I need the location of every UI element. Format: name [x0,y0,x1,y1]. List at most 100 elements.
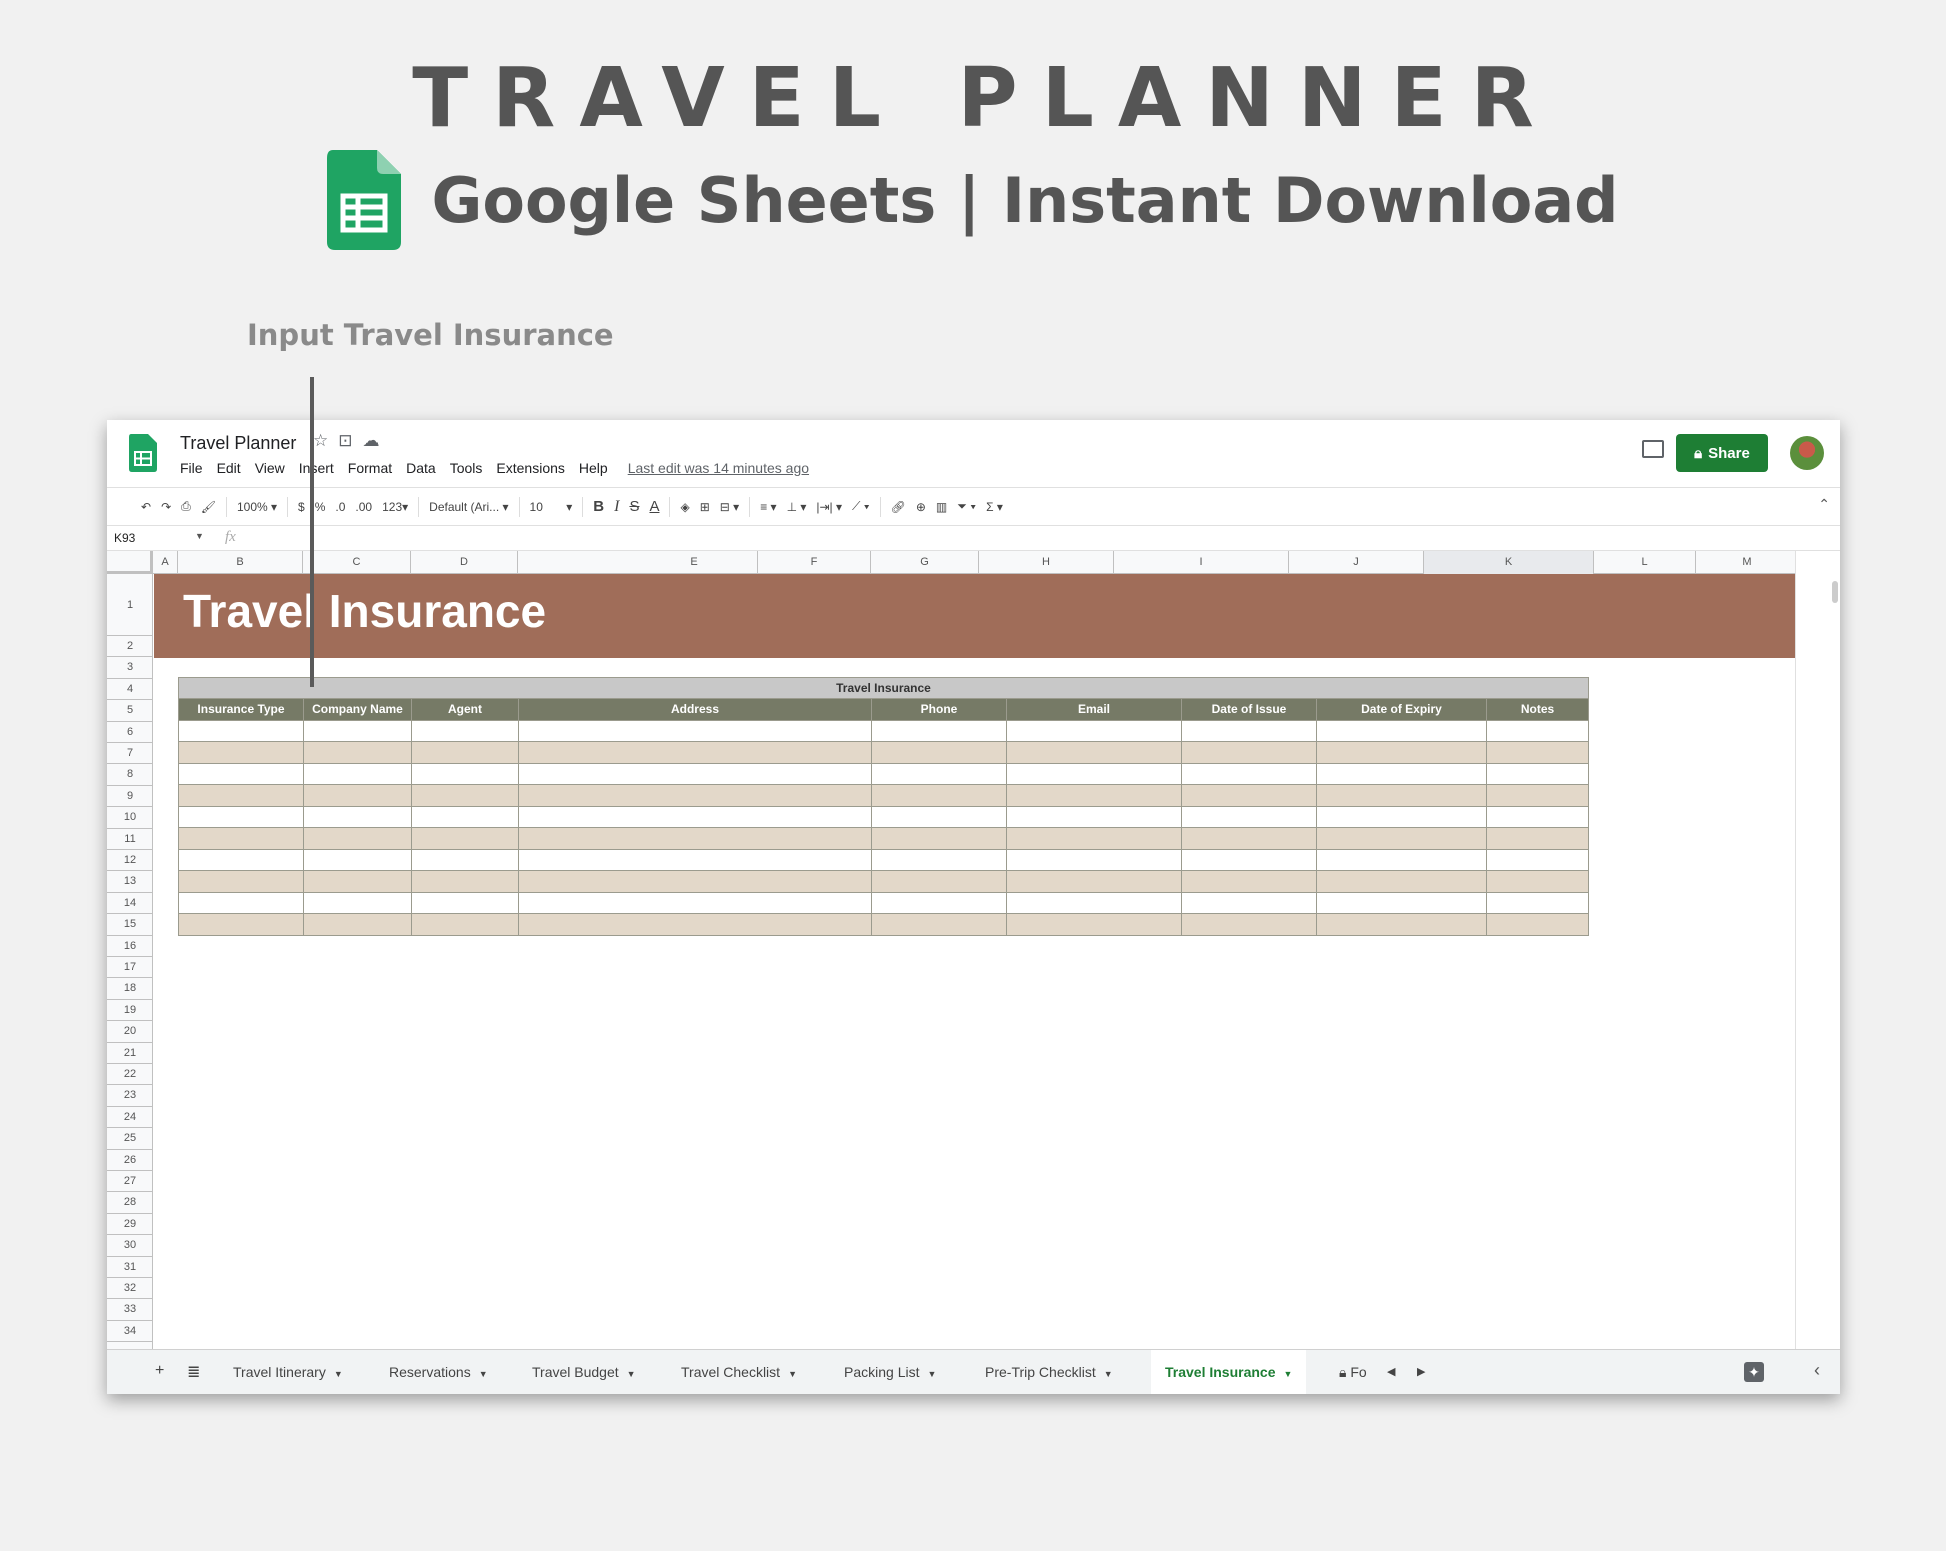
row-header[interactable]: 29 [107,1214,153,1236]
table-cell[interactable] [871,762,1007,785]
table-cell[interactable] [178,805,304,828]
row-header[interactable]: 28 [107,1192,153,1214]
merge-cells-icon[interactable]: ⊟ ▾ [720,500,739,514]
table-cell[interactable] [1181,891,1317,914]
vertical-align-icon[interactable]: ⊥ ▾ [787,500,807,514]
table-cell[interactable] [1486,827,1589,850]
column-header[interactable]: C [303,551,411,574]
row-header[interactable]: 6 [107,722,153,743]
last-edit-link[interactable]: Last edit was 14 minutes ago [628,460,809,476]
decrease-decimal-button[interactable]: .0 [335,500,345,514]
table-cell[interactable] [1316,891,1487,914]
table-cell[interactable] [871,805,1007,828]
table-cell[interactable] [1181,719,1317,742]
scrollbar-thumb[interactable] [1832,581,1838,603]
table-cell[interactable] [1316,762,1487,785]
table-cell[interactable] [1006,848,1182,871]
table-cell[interactable] [178,870,304,893]
text-color-button[interactable]: A [649,498,659,515]
tab-locked-sheet[interactable]: 🔒︎ Fo [1325,1350,1373,1394]
table-cell[interactable] [1181,784,1317,807]
row-header[interactable]: 13 [107,871,153,893]
column-header-selected[interactable]: K [1424,551,1594,574]
header-date-of-issue[interactable]: Date of Issue [1181,698,1317,721]
row-header[interactable]: 27 [107,1171,153,1193]
table-cell[interactable] [871,827,1007,850]
tab-travel-itinerary[interactable]: Travel Itinerary ▼ [219,1350,357,1394]
insert-chart-icon[interactable]: ▥ [936,500,947,514]
menu-edit[interactable]: Edit [217,460,241,476]
table-cell[interactable] [411,870,519,893]
name-box[interactable]: K93 [114,531,204,545]
table-cell[interactable] [1486,913,1589,936]
fill-color-icon[interactable]: ◈ [680,500,689,514]
table-cell[interactable] [303,848,412,871]
row-header[interactable]: 31 [107,1257,153,1278]
table-cell[interactable] [871,719,1007,742]
table-cell[interactable] [178,762,304,785]
header-company-name[interactable]: Company Name [303,698,412,721]
row-header[interactable]: 7 [107,743,153,765]
document-title[interactable]: Travel Planner [180,433,296,454]
tab-travel-checklist[interactable]: Travel Checklist ▼ [667,1350,811,1394]
row-header[interactable]: 16 [107,936,153,957]
increase-decimal-button[interactable]: .00 [355,500,372,514]
table-cell[interactable] [178,827,304,850]
zoom-select[interactable]: 100% ▾ [237,500,277,514]
tab-pre-trip-checklist[interactable]: Pre-Trip Checklist ▼ [971,1350,1127,1394]
table-cell[interactable] [303,719,412,742]
all-sheets-icon[interactable]: ≣ [187,1362,200,1382]
table-cell[interactable] [411,827,519,850]
table-cell[interactable] [871,848,1007,871]
horizontal-align-icon[interactable]: ≡ ▾ [760,500,776,514]
table-cell[interactable] [303,827,412,850]
header-insurance-type[interactable]: Insurance Type [178,698,304,721]
strikethrough-button[interactable]: S [629,498,639,515]
row-header[interactable]: 12 [107,850,153,872]
redo-icon[interactable]: ↷ [161,500,171,514]
table-cell[interactable] [411,891,519,914]
table-cell[interactable] [1316,741,1487,764]
row-header[interactable]: 10 [107,807,153,829]
table-cell[interactable] [1316,870,1487,893]
table-cell[interactable] [871,913,1007,936]
chevron-left-icon[interactable]: ‹ [1814,1360,1820,1381]
table-cell[interactable] [1316,719,1487,742]
sheet-banner[interactable]: Travel Insurance [154,574,1795,658]
row-header[interactable]: 24 [107,1107,153,1129]
header-email[interactable]: Email [1006,698,1182,721]
table-cell[interactable] [1316,827,1487,850]
column-header[interactable]: M [1696,551,1795,574]
account-avatar[interactable] [1790,436,1824,470]
table-cell[interactable] [518,848,872,871]
table-cell[interactable] [1316,805,1487,828]
table-cell[interactable] [1006,891,1182,914]
row-header[interactable]: 17 [107,957,153,979]
text-wrapping-icon[interactable]: |⇥| ▾ [816,500,842,514]
menu-view[interactable]: View [255,460,285,476]
table-cell[interactable] [1006,913,1182,936]
header-notes[interactable]: Notes [1486,698,1589,721]
row-header[interactable]: 22 [107,1064,153,1086]
tab-packing-list[interactable]: Packing List ▼ [830,1350,950,1394]
spreadsheet-grid[interactable]: A B C D E F G H I J K L M N 1 2 3 4 5 6 … [107,551,1795,1349]
table-cell[interactable] [1486,784,1589,807]
table-cell[interactable] [411,741,519,764]
table-cell[interactable] [871,891,1007,914]
table-cell[interactable] [1486,762,1589,785]
table-cell[interactable] [518,784,872,807]
column-header[interactable]: G [871,551,979,574]
table-cell[interactable] [1486,891,1589,914]
print-icon[interactable]: ⎙ [181,499,191,514]
explore-icon[interactable]: ✦ [1744,1362,1764,1382]
move-folder-icon[interactable]: ⊡ [338,431,352,451]
paint-format-icon[interactable]: 🖌︎ [201,500,216,514]
chevron-up-icon[interactable]: ⌃ [1818,496,1830,513]
table-cell[interactable] [518,913,872,936]
column-header[interactable]: H [979,551,1114,574]
table-cell[interactable] [178,848,304,871]
table-cell[interactable] [303,891,412,914]
row-header[interactable]: 18 [107,978,153,1000]
table-cell[interactable] [871,741,1007,764]
header-agent[interactable]: Agent [411,698,519,721]
